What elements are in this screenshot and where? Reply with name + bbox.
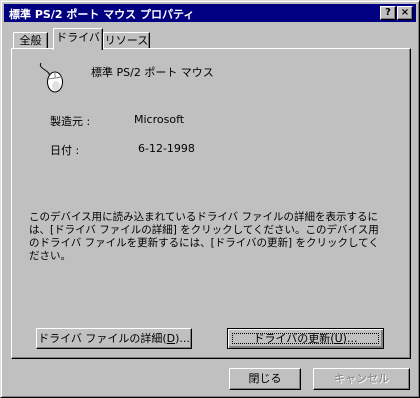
driver-details-label: ドライバ ファイルの詳細(: [38, 332, 167, 345]
tab-resources[interactable]: リソース: [103, 32, 150, 49]
focus-rectangle: [232, 333, 379, 344]
title-bar[interactable]: 標準 PS/2 ポート マウス プロパティ ? ×: [4, 4, 416, 22]
close-button[interactable]: 閉じる: [229, 368, 301, 390]
tab-general[interactable]: 全般: [13, 32, 48, 49]
driver-details-button[interactable]: ドライバ ファイルの詳細(D)...: [36, 328, 192, 349]
close-icon[interactable]: ×: [397, 6, 413, 20]
manufacturer-label: 製造元 :: [50, 115, 91, 128]
driver-details-tail: )...: [175, 332, 190, 345]
properties-dialog: 標準 PS/2 ポート マウス プロパティ ? × 全般 ドライバ リソース 標…: [0, 0, 420, 398]
date-value: 6-12-1998: [138, 142, 195, 155]
cancel-button[interactable]: キャンセル: [313, 368, 410, 390]
driver-tab-panel: 標準 PS/2 ポート マウス 製造元 : Microsoft 日付 : 6-1…: [11, 48, 411, 359]
manufacturer-value: Microsoft: [134, 113, 185, 126]
driver-details-accesskey: D: [166, 332, 176, 345]
mouse-icon: [37, 61, 65, 95]
tab-driver[interactable]: ドライバ: [53, 28, 103, 50]
window-title: 標準 PS/2 ポート マウス プロパティ: [9, 8, 195, 21]
update-driver-button[interactable]: ドライバの更新(U)...: [227, 328, 384, 349]
description-text: このデバイス用に読み込まれているドライバ ファイルの詳細を表示するには、[ドライ…: [29, 211, 379, 262]
help-button[interactable]: ?: [380, 6, 396, 20]
date-label: 日付 :: [50, 144, 80, 157]
device-name: 標準 PS/2 ポート マウス: [91, 66, 214, 79]
